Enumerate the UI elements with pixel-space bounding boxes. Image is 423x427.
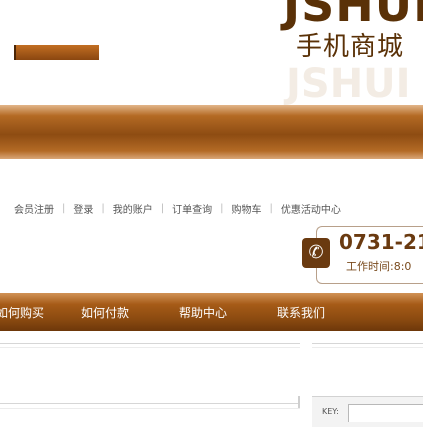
divider: |: [160, 203, 165, 214]
link-my-account[interactable]: 我的账户: [113, 201, 153, 216]
search-input[interactable]: [348, 404, 423, 422]
header-accent-bar: [14, 45, 99, 60]
logo[interactable]: JSHUI: [283, 0, 423, 28]
link-register[interactable]: 会员注册: [14, 201, 54, 216]
nav-help-center[interactable]: 帮助中心: [179, 304, 227, 321]
top-links-bar: 会员注册 | 登录 | 我的账户 | 订单查询 | 购物车 | 优惠活动中心: [14, 201, 341, 216]
phone-icon: ✆: [302, 238, 330, 268]
divider: |: [269, 203, 273, 214]
link-order-query[interactable]: 订单查询: [172, 201, 212, 216]
divider: |: [101, 203, 105, 214]
logo-ghost-text: JSHUI: [286, 61, 411, 107]
content-divider: [0, 347, 300, 348]
content-divider: [312, 343, 423, 344]
logo-subtitle: 手机商城: [296, 32, 405, 62]
content-divider: [0, 343, 300, 344]
link-promotions[interactable]: 优惠活动中心: [281, 201, 341, 216]
contact-hours: 工作时间:8:0: [346, 260, 412, 273]
main-nav: 如何购买 如何付款 帮助中心 联系我们: [0, 293, 423, 331]
divider: |: [62, 203, 66, 214]
link-cart[interactable]: 购物车: [232, 201, 262, 216]
nav-contact-us[interactable]: 联系我们: [277, 304, 325, 321]
link-login[interactable]: 登录: [73, 201, 93, 216]
banner-stripe: [0, 105, 423, 159]
divider: |: [220, 203, 224, 214]
content-divider: [312, 347, 423, 348]
nav-how-to-pay[interactable]: 如何付款: [81, 304, 129, 321]
content-divider: [0, 408, 300, 409]
search-label: KEY:: [322, 407, 339, 416]
content-divider: [298, 396, 300, 408]
nav-how-to-buy[interactable]: 如何购买: [0, 304, 44, 321]
contact-phone: 0731-21: [339, 230, 423, 254]
content-divider: [0, 403, 300, 404]
